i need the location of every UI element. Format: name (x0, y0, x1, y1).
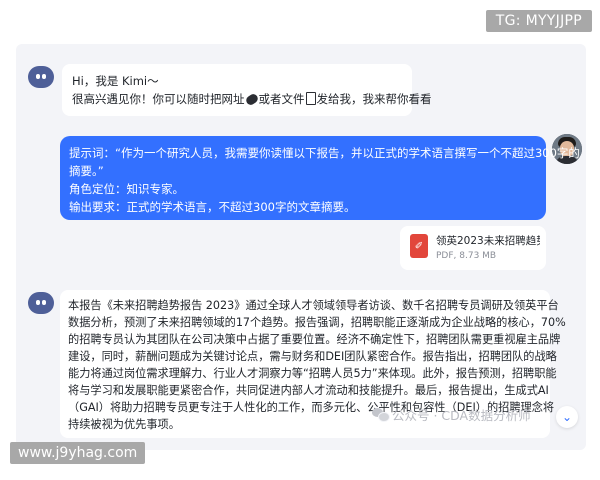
user-prompt-message: 提示词：“作为一个研究人员，我需要你读懂以下报告，并以正式的学术语言撰写一个不超… (60, 136, 580, 220)
wechat-icon (372, 408, 390, 422)
watermark-site: www.j9yhag.com (10, 442, 146, 464)
screenshot-page: Hi，我是 Kimi～ 很高兴遇见你！你可以随时把网址 或者文件 发给我，我来帮你看… (0, 0, 600, 480)
greeting-message: Hi，我是 Kimi～ 很高兴遇见你！你可以随时把网址 或者文件 发给我，我来帮你看… (62, 64, 432, 116)
summary-line: 数据分析，预测了未来招聘领域的17个趋势。报告强调，招聘职能正逐渐成为企业战略的… (68, 316, 566, 329)
prompt-line-1: 提示词：“作为一个研究人员，我需要你读懂以下报告，并以正式的学术语言撰写一个不超… (69, 146, 580, 160)
prompt-line-2: 摘要。” (69, 164, 104, 178)
greeting-line-2a: 很高兴遇见你！你可以随时把网址 (72, 92, 245, 106)
attached-file-card[interactable]: ✐ 领英2023未来招聘趋势报告 PDF, 8.73 MB (400, 226, 546, 270)
watermark-tg: TG: MYYJJPP (485, 10, 592, 32)
greeting-line-2b: 或者文件 (258, 92, 305, 106)
summary-line: 本报告《未来招聘趋势报告 2023》通过全球人才领域领导者访谈、数千名招聘专员调… (68, 299, 559, 312)
file-meta: PDF, 8.73 MB (436, 251, 497, 261)
pdf-icon: ✐ (410, 234, 428, 258)
watermark-official-account: 公众号 · CDA数据分析师 (372, 405, 531, 424)
summary-line: 建设，同时，薪酬问题成为关键讨论点，需与财务和DEI团队紧密合作。报告指出，招聘… (68, 350, 557, 363)
greeting-line-2c: 发给我，我来帮你看看 (316, 92, 432, 106)
summary-line: 能力将通过岗位需求理解力、行业人才洞察力等“招聘人员5力”来体现。此外，报告预测… (68, 367, 557, 380)
kimi-avatar-icon (28, 292, 54, 314)
file-name: 领英2023未来招聘趋势报告 (436, 235, 540, 247)
prompt-line-3: 角色定位：知识专家。 (69, 182, 184, 196)
watermark-gzh-text: 公众号 · CDA数据分析师 (392, 408, 531, 423)
link-icon (244, 92, 259, 107)
greeting-line-1: Hi，我是 Kimi～ (72, 74, 159, 88)
summary-line: 将与学习和发展职能更紧密合作，共同促进内部人才流动和技能提升。最后，报告提出，生… (68, 384, 549, 397)
chevron-double-down-icon: ⌄ (561, 410, 573, 424)
scroll-down-button[interactable]: ⌄ (556, 406, 578, 428)
prompt-line-4: 输出要求：正式的学术语言，不超过300字的文章摘要。 (69, 200, 356, 214)
document-icon (305, 92, 316, 105)
summary-line: 的招聘专员认为其团队在公司决策中占据了重要位置。经济不确定性下，招聘团队需更重视… (68, 333, 561, 346)
kimi-avatar-icon (28, 66, 54, 88)
